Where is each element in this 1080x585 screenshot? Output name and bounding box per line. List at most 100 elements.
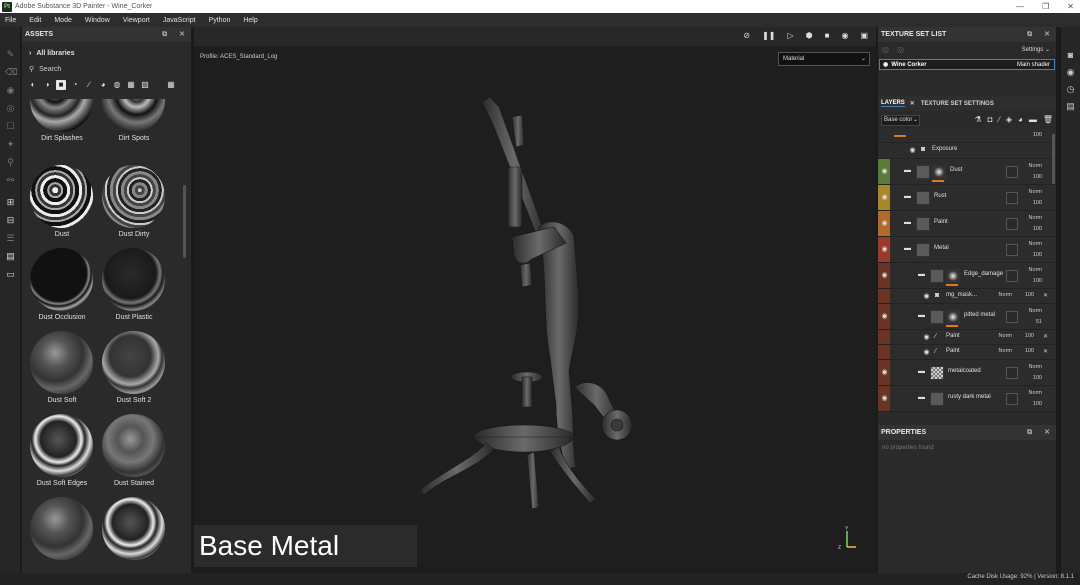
menu-edit[interactable]: Edit: [29, 17, 41, 24]
asset-tile[interactable]: [23, 497, 101, 570]
add-mask-icon[interactable]: ◘: [988, 115, 993, 124]
asset-tile[interactable]: Dust Soft: [23, 331, 101, 414]
menu-javascript[interactable]: JavaScript: [163, 17, 196, 24]
channel-select[interactable]: Base color ⌄: [881, 115, 920, 126]
solo-icon[interactable]: ◎: [897, 45, 904, 54]
close-window-button[interactable]: ✕: [1067, 0, 1074, 13]
layer-row[interactable]: ◉ mg_mask... ◙ Norm 100 ✕: [878, 289, 1056, 304]
close-panel-icon[interactable]: ✕: [1044, 425, 1050, 440]
layer-visibility-eye-icon[interactable]: ◉: [922, 348, 931, 357]
layer-visibility-eye-icon[interactable]: ◉: [880, 193, 889, 202]
opacity-value[interactable]: 51: [1036, 319, 1042, 325]
asset-tile[interactable]: [95, 497, 173, 570]
opacity-value[interactable]: 100: [1033, 174, 1042, 180]
opacity-value[interactable]: 100: [1033, 252, 1042, 258]
float-panel-icon[interactable]: ⧉: [1027, 425, 1032, 440]
smart-material-filter-icon[interactable]: ◑: [42, 80, 52, 90]
asset-tile[interactable]: Dust Soft Edges: [23, 414, 101, 497]
blend-mode[interactable]: Norm: [1029, 189, 1042, 195]
remove-effect-icon[interactable]: ✕: [1043, 333, 1048, 340]
asset-tile[interactable]: Dust Occlusion: [23, 248, 101, 331]
restore-button[interactable]: ❐: [1042, 0, 1049, 13]
history-icon[interactable]: ◷: [1065, 84, 1076, 95]
eraser-tool-icon[interactable]: ⌫: [5, 67, 18, 78]
blend-mode[interactable]: Norm: [1029, 364, 1042, 370]
blend-mode[interactable]: Norm: [999, 292, 1012, 298]
add-smart-material-icon[interactable]: ◕: [1018, 115, 1023, 124]
opacity-value[interactable]: 100: [1033, 375, 1042, 381]
layer-blend-box[interactable]: [1006, 244, 1018, 256]
opacity-value[interactable]: 100: [1033, 401, 1042, 407]
brush-filter-icon[interactable]: ∕: [84, 80, 94, 90]
chat-icon[interactable]: ◙: [1065, 50, 1076, 61]
paint-brush-tool-icon[interactable]: ✎: [5, 49, 16, 60]
add-fill-layer-icon[interactable]: ◈: [1006, 115, 1012, 124]
layer-visibility-eye-icon[interactable]: ◉: [880, 219, 889, 228]
material-filter-icon[interactable]: ◐: [28, 80, 38, 90]
layer-row[interactable]: ◉ ▬ Dust Norm 100: [878, 159, 1056, 185]
layer-row[interactable]: ◉ ▬ metalcoated Norm 100: [878, 360, 1056, 386]
layer-visibility-eye-icon[interactable]: ◉: [880, 312, 889, 321]
eye-icon[interactable]: ◉: [883, 61, 888, 68]
layer-visibility-eye-icon[interactable]: ◉: [908, 146, 917, 155]
opacity-value[interactable]: 100: [1033, 200, 1042, 206]
projection-tool-icon[interactable]: ◉: [5, 85, 16, 96]
opacity-value[interactable]: 100: [1033, 278, 1042, 284]
layer-blend-box[interactable]: [1006, 393, 1018, 405]
bake-tool-icon[interactable]: ⚯: [5, 175, 16, 186]
settings-dropdown[interactable]: Settings ⌄: [1022, 46, 1050, 53]
blend-mode[interactable]: Norm: [1029, 308, 1042, 314]
menu-help[interactable]: Help: [243, 17, 257, 24]
assets-panel-icon[interactable]: ⊞: [5, 197, 16, 208]
geometry-mask-tool-icon[interactable]: ◎: [5, 103, 16, 114]
layer-visibility-eye-icon[interactable]: ◉: [880, 394, 889, 403]
menu-viewport[interactable]: Viewport: [123, 17, 150, 24]
filter-filter-icon[interactable]: ◔: [70, 80, 80, 90]
texture-filter-icon[interactable]: ◍: [112, 80, 122, 90]
remove-effect-icon[interactable]: ✕: [1043, 292, 1048, 299]
layer-blend-box[interactable]: [1006, 218, 1018, 230]
material-picker-icon[interactable]: ⚲: [5, 157, 16, 168]
layer-visibility-eye-icon[interactable]: ◉: [880, 245, 889, 254]
asset-tile[interactable]: Dust Soft 2: [95, 331, 173, 414]
blend-mode[interactable]: Norm: [1029, 241, 1042, 247]
float-panel-icon[interactable]: ⧉: [162, 27, 167, 42]
close-tab-icon[interactable]: ✕: [910, 100, 915, 107]
info-icon[interactable]: ▤: [1065, 101, 1076, 112]
layer-blend-box[interactable]: [1006, 192, 1018, 204]
wine-corker-model[interactable]: [194, 27, 876, 567]
add-folder-icon[interactable]: ▬: [1029, 115, 1037, 124]
menu-mode[interactable]: Mode: [54, 17, 72, 24]
layer-row[interactable]: ◉ ▬ Rust Norm 100: [878, 185, 1056, 211]
visibility-icon[interactable]: ◎: [882, 45, 889, 54]
image-filter-icon[interactable]: ▨: [140, 80, 150, 90]
layer-row[interactable]: 100: [878, 129, 1056, 143]
shader-name[interactable]: Main shader: [1017, 62, 1050, 68]
substance-icon[interactable]: ◉: [1065, 67, 1076, 78]
layer-row[interactable]: ◉ ▬ Paint Norm 100: [878, 211, 1056, 237]
particles-filter-icon[interactable]: ◕: [98, 80, 108, 90]
blend-mode[interactable]: Norm: [1029, 390, 1042, 396]
smart-mask-filter-icon[interactable]: ■: [56, 80, 66, 90]
blend-mode[interactable]: Norm: [999, 348, 1012, 354]
layer-blend-box[interactable]: [1006, 367, 1018, 379]
close-panel-icon[interactable]: ✕: [179, 27, 185, 42]
log-icon[interactable]: ▤: [5, 251, 16, 262]
remove-effect-icon[interactable]: ✕: [1043, 348, 1048, 355]
layer-row[interactable]: ◉ ▬ Metal Norm 100: [878, 237, 1056, 263]
layer-row[interactable]: ◉ Paint ∕ Norm 100 ✕: [878, 330, 1056, 345]
layer-visibility-eye-icon[interactable]: ◉: [880, 368, 889, 377]
blend-mode[interactable]: Norm: [1029, 163, 1042, 169]
menu-python[interactable]: Python: [209, 17, 231, 24]
grid-pattern-filter-icon[interactable]: ▦: [126, 80, 136, 90]
asset-tile[interactable]: Dust: [23, 165, 101, 248]
layer-visibility-eye-icon[interactable]: ◉: [922, 333, 931, 342]
asset-tile[interactable]: Dust Dirty: [95, 165, 173, 248]
layer-row[interactable]: ◉ Exposure ◙: [878, 143, 1056, 159]
layer-row[interactable]: ◉ Paint ∕ Norm 100 ✕: [878, 345, 1056, 360]
3d-viewport[interactable]: ⊘ ❚❚ ▷ ⬢ ■ ◉ ▣ Profile: ACES_Standard_Lo…: [194, 27, 876, 567]
texture-set-row[interactable]: ◉ Wine Corker Main shader: [879, 59, 1055, 70]
tab-layers[interactable]: LAYERS: [881, 100, 905, 107]
add-effect-icon[interactable]: ⚗: [974, 115, 981, 124]
blend-mode[interactable]: Norm: [1029, 215, 1042, 221]
